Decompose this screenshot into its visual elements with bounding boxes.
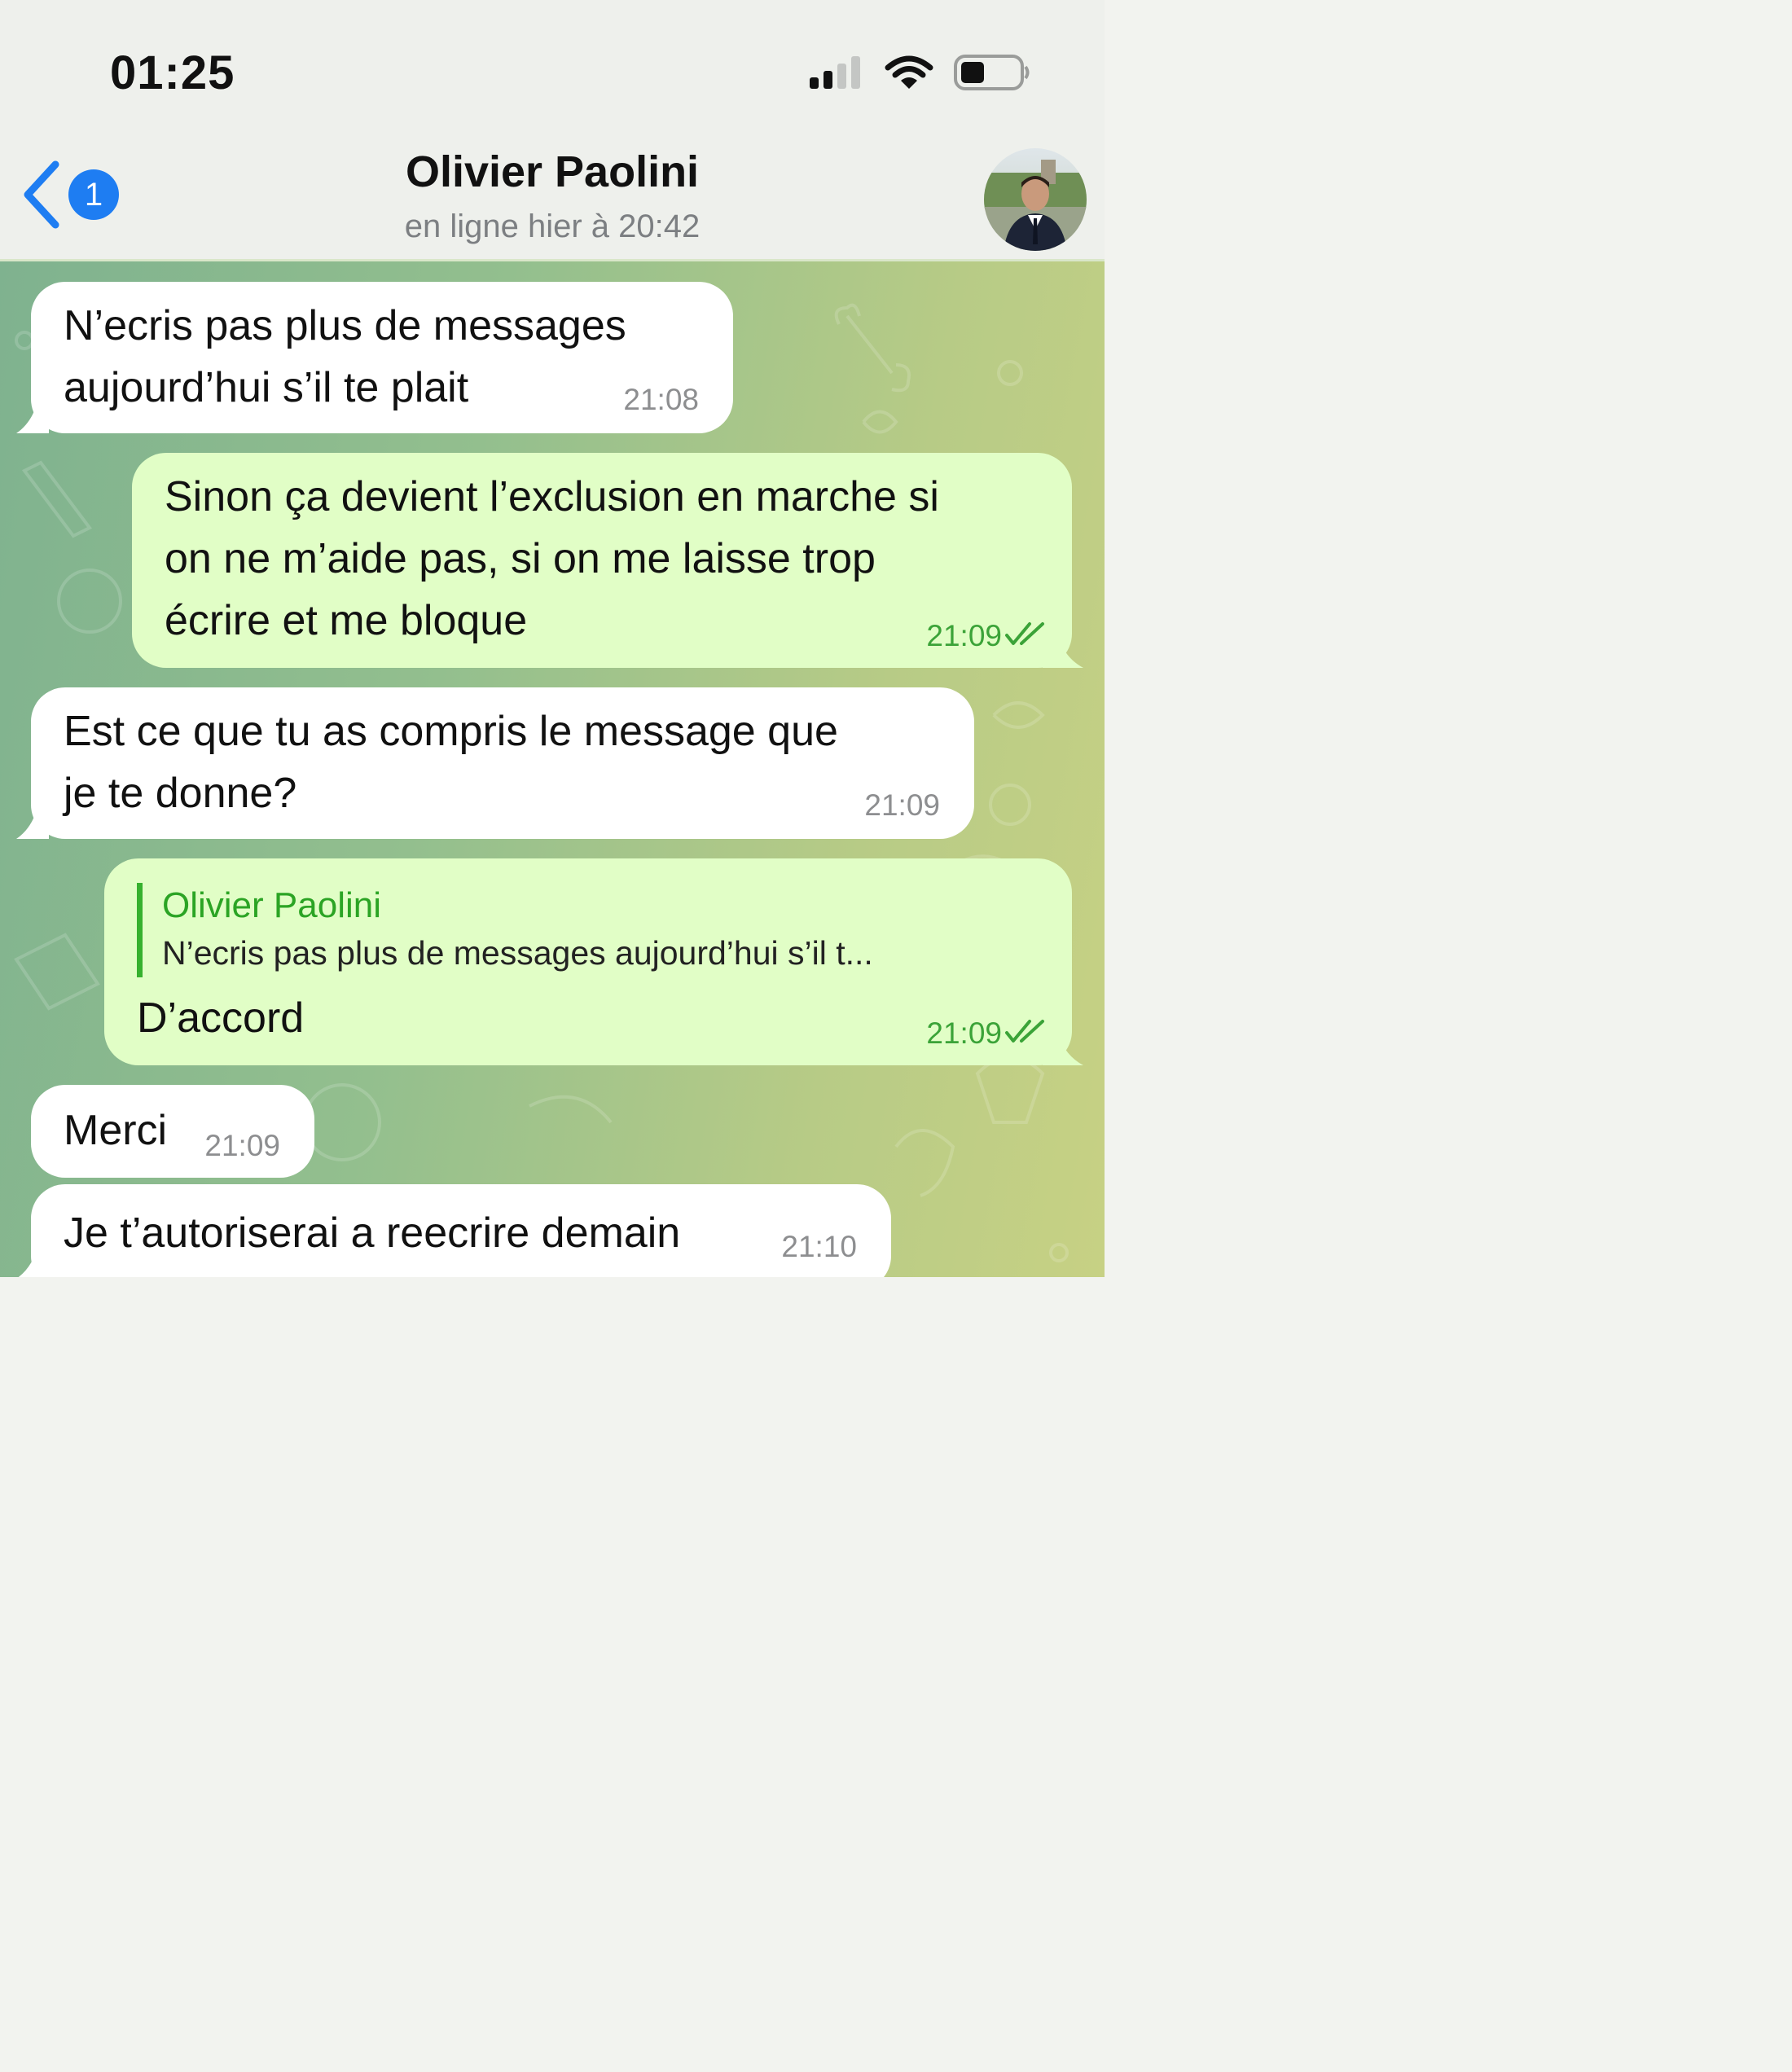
message-time: 21:09 [926, 1016, 1002, 1050]
chat-area[interactable]: N’ecris pas plus de messages aujourd’hui… [0, 259, 1105, 1277]
wifi-icon [885, 55, 933, 89]
read-ticks-icon [1005, 1020, 1044, 1043]
status-icons [808, 54, 1031, 91]
signal-icon [810, 56, 860, 89]
battery-icon [954, 55, 1030, 90]
message-bubble-incoming[interactable]: Merci 21:09 [31, 1085, 314, 1178]
reply-quote[interactable]: Olivier Paolini N’ecris pas plus de mess… [137, 883, 873, 977]
contact-status: en ligne hier à 20:42 [404, 209, 701, 244]
message-bubble-outgoing[interactable]: Sinon ça devient l’exclusion en marche s… [132, 453, 1072, 668]
message-text: N’ecris pas plus de messages aujourd’hui… [64, 302, 626, 411]
status-time: 01:25 [110, 46, 235, 99]
message-text: Merci [64, 1107, 168, 1154]
message-bubble-incoming[interactable]: Est ce que tu as compris le message que … [31, 687, 974, 839]
message-time: 21:09 [204, 1129, 280, 1162]
message-bubble-incoming[interactable]: Je t’autoriserai a reecrire demain 21:10 [31, 1184, 891, 1277]
contact-name: Olivier Paolini [405, 147, 700, 196]
message-bubble-outgoing[interactable]: Olivier Paolini N’ecris pas plus de mess… [104, 858, 1072, 1065]
chat-header: 01:25 1 Olivier Paolini en ligne hier à … [0, 0, 1105, 259]
avatar-photo [984, 148, 1087, 251]
message-time: 21:09 [926, 619, 1002, 652]
message-text: Est ce que tu as compris le message que … [64, 708, 838, 817]
message-bubble-incoming[interactable]: N’ecris pas plus de messages aujourd’hui… [31, 282, 733, 433]
message-text: Je t’autoriserai a reecrire demain [64, 1209, 681, 1257]
reply-author: Olivier Paolini [162, 885, 381, 925]
read-ticks-icon [1005, 622, 1044, 645]
telegram-chat-screen: 01:25 1 Olivier Paolini en ligne hier à … [0, 0, 1105, 1277]
message-time: 21:08 [623, 383, 699, 416]
contact-avatar[interactable] [984, 148, 1087, 251]
reply-snippet: N’ecris pas plus de messages aujourd’hui… [162, 934, 873, 972]
message-time: 21:09 [864, 788, 940, 822]
contact-title[interactable]: Olivier Paolini en ligne hier à 20:42 [0, 147, 1105, 245]
message-time: 21:10 [781, 1230, 857, 1263]
message-text: D’accord [137, 994, 305, 1042]
message-text: Sinon ça devient l’exclusion en marche s… [165, 473, 939, 644]
